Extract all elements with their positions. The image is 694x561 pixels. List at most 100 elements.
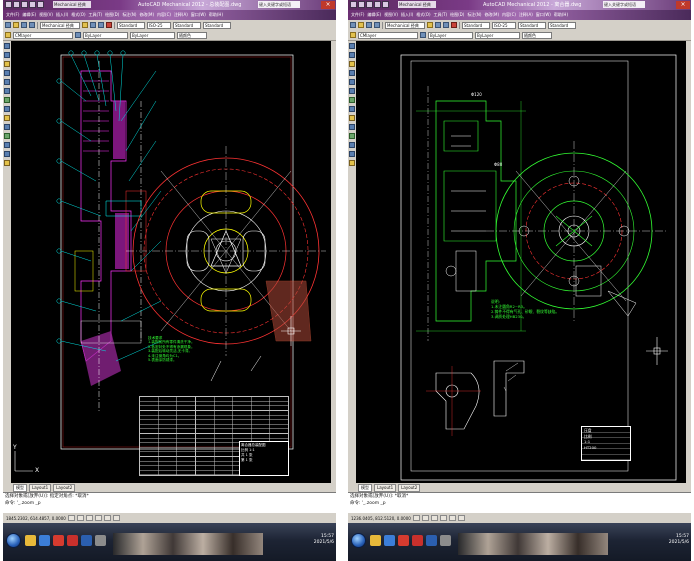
paste-icon[interactable] (98, 22, 104, 28)
menu-edit[interactable]: 编辑(E) (22, 12, 36, 18)
hatch-icon[interactable] (4, 133, 10, 139)
tab-layout1[interactable]: Layout1 (374, 483, 397, 492)
tab-layout2[interactable]: Layout2 (398, 483, 421, 492)
multileader-style-select[interactable]: Standard (548, 21, 576, 29)
start-button[interactable] (351, 533, 366, 548)
table-icon[interactable] (4, 151, 10, 157)
ellipse-icon[interactable] (349, 106, 355, 112)
table-style-select[interactable]: Standard (173, 21, 201, 29)
word-icon[interactable] (426, 535, 437, 546)
copy-icon[interactable] (90, 22, 96, 28)
polyline-icon[interactable] (349, 52, 355, 58)
menu-dimension[interactable]: 标注(N) (467, 12, 481, 18)
pdf-icon[interactable] (412, 535, 423, 546)
copy-icon[interactable] (435, 22, 441, 28)
tab-layout2[interactable]: Layout2 (53, 483, 76, 492)
command-line[interactable]: 选择对象或[放弃(U)]: 指定对角点: *取消* 命令: '_.zoom _p (3, 492, 336, 514)
menu-edit[interactable]: 编辑(E) (367, 12, 381, 18)
multileader-style-select[interactable]: Standard (203, 21, 231, 29)
print-icon[interactable] (29, 22, 35, 28)
polar-toggle[interactable] (439, 515, 447, 521)
menu-file[interactable]: 文件(F) (6, 12, 19, 18)
undo-icon[interactable] (382, 1, 389, 8)
explorer-icon[interactable] (370, 535, 381, 546)
menu-window[interactable]: 窗口(W) (191, 12, 206, 18)
menu-draw[interactable]: 绘图(D) (450, 12, 464, 18)
workspace-select[interactable]: Mechanical 经典 (40, 21, 80, 29)
close-button[interactable]: × (321, 1, 335, 9)
tab-model[interactable]: 模型 (13, 483, 27, 492)
insert-block-icon[interactable] (349, 115, 355, 121)
osnap-toggle[interactable] (103, 515, 111, 521)
match-properties-icon[interactable] (106, 22, 112, 28)
new-icon[interactable] (5, 22, 11, 28)
hatch-icon[interactable] (349, 133, 355, 139)
save-icon[interactable] (21, 22, 27, 28)
workspace-tab[interactable]: Mechanical 经典 (53, 1, 91, 8)
command-line[interactable]: 选择对象或[放弃(U)]: *取消* 命令: '_.zoom _p (348, 492, 691, 514)
match-properties-icon[interactable] (451, 22, 457, 28)
menu-draw[interactable]: 绘图(D) (105, 12, 119, 18)
tab-layout1[interactable]: Layout1 (29, 483, 52, 492)
open-icon[interactable] (358, 22, 364, 28)
workspace-select[interactable]: Mechanical 经典 (385, 21, 425, 29)
layer-manager-icon[interactable] (350, 32, 356, 38)
browser-icon[interactable] (39, 535, 50, 546)
command-prompt[interactable]: 命令: '_.zoom _p (3, 500, 336, 507)
menu-file[interactable]: 文件(F) (351, 12, 364, 18)
open-icon[interactable] (13, 22, 19, 28)
search-input[interactable]: 键入关键字或短语 (603, 1, 645, 8)
menu-format[interactable]: 格式(O) (71, 12, 85, 18)
arc-icon[interactable] (349, 79, 355, 85)
save-icon[interactable] (366, 22, 372, 28)
polygon-icon[interactable] (349, 61, 355, 67)
print-icon[interactable] (374, 22, 380, 28)
search-input[interactable]: 键入关键字或短语 (258, 1, 300, 8)
app-menu-icon[interactable] (5, 1, 12, 8)
close-button[interactable]: × (676, 1, 690, 9)
mtext-icon[interactable] (4, 160, 10, 166)
layer-manager-icon[interactable] (5, 32, 11, 38)
app-icon[interactable] (95, 535, 106, 546)
menu-content[interactable]: 内容(C) (502, 12, 516, 18)
menu-insert[interactable]: 插入(I) (56, 12, 68, 18)
otrack-toggle[interactable] (457, 515, 465, 521)
menu-view[interactable]: 视图(V) (39, 12, 53, 18)
spline-icon[interactable] (4, 97, 10, 103)
point-icon[interactable] (4, 124, 10, 130)
menu-annotate[interactable]: 注释(A) (174, 12, 188, 18)
system-tray[interactable]: 15:57 2021/5/6 (669, 534, 689, 546)
command-prompt[interactable]: 命令: '_.zoom _p (348, 500, 691, 507)
spline-icon[interactable] (349, 97, 355, 103)
cut-icon[interactable] (82, 22, 88, 28)
save-icon[interactable] (374, 1, 381, 8)
snap-toggle[interactable] (412, 515, 420, 521)
menu-format[interactable]: 格式(O) (416, 12, 430, 18)
color-select[interactable]: 随颜色 (177, 31, 207, 39)
paste-icon[interactable] (443, 22, 449, 28)
line-icon[interactable] (4, 43, 10, 49)
menu-help[interactable]: 帮助(H) (209, 12, 223, 18)
menu-view[interactable]: 视图(V) (384, 12, 398, 18)
linetype-select[interactable]: ByLayer (428, 31, 473, 39)
dim-style-select[interactable]: ISO-25 (147, 21, 171, 29)
new-icon[interactable] (13, 1, 20, 8)
workspace-tab[interactable]: Mechanical 经典 (398, 1, 436, 8)
menu-tools[interactable]: 工具(T) (434, 12, 448, 18)
new-icon[interactable] (358, 1, 365, 8)
undo-icon[interactable] (37, 1, 44, 8)
insert-block-icon[interactable] (4, 115, 10, 121)
rectangle-icon[interactable] (349, 70, 355, 76)
circle-icon[interactable] (4, 88, 10, 94)
tab-model[interactable]: 模型 (358, 483, 372, 492)
menu-modify[interactable]: 修改(M) (139, 12, 154, 18)
autocad-icon[interactable] (398, 535, 409, 546)
menu-help[interactable]: 帮助(H) (554, 12, 568, 18)
menu-modify[interactable]: 修改(M) (484, 12, 499, 18)
circle-icon[interactable] (349, 88, 355, 94)
layer-select[interactable]: CMlayer (358, 31, 418, 39)
snap-toggle[interactable] (67, 515, 75, 521)
word-icon[interactable] (81, 535, 92, 546)
start-button[interactable] (6, 533, 21, 548)
text-style-select[interactable]: Standard (117, 21, 145, 29)
